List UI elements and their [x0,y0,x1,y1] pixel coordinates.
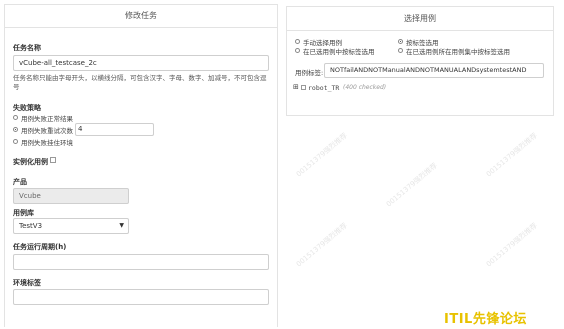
case-library-value: TestV3 [19,222,43,230]
fail-option-radio-1[interactable] [13,127,18,132]
mode-label-selected-by-tag: 在已选用例中按标签选用 [303,48,375,56]
mode-radio-selected-by-tag[interactable] [295,48,300,53]
retry-count-input[interactable]: 4 [75,123,154,136]
mode-label-suite-by-tag: 在已选用例所在用例集中按标签选用 [406,48,510,56]
run-period-label: 任务运行周期(h) [13,243,67,251]
watermark: 00151379强烈推荐 [484,131,539,179]
case-library-label: 用例库 [13,209,34,217]
watermark: 00151379强烈推荐 [294,131,349,179]
product-input: Vcube [13,188,129,204]
env-tag-input[interactable] [13,289,269,305]
task-name-label: 任务名称 [13,44,41,52]
brand-logo: ITIL先锋论坛 [444,312,527,327]
select-cases-panel: 选择用例 手动选择用例 按标签选用 在已选用例中按标签选用 在已选用例所在用例集… [286,6,554,116]
run-period-input[interactable] [13,254,269,270]
tag-input[interactable]: NOTfailANDNOTManualANDNOTMANUALANDsystem… [324,63,544,78]
watermark: 00151379强烈推荐 [484,221,539,269]
fail-strategy-label: 失败策略 [13,104,41,112]
expand-icon[interactable]: ⊞ [293,83,299,91]
mode-radio-manual[interactable] [295,39,300,44]
chevron-down-icon: ▼ [119,222,124,229]
select-cases-title: 选择用例 [287,7,553,31]
mode-radio-suite-by-tag[interactable] [398,48,403,53]
edit-task-title: 修改任务 [5,5,277,28]
case-library-select[interactable]: TestV3 ▼ [13,218,129,234]
task-name-hint: 任务名称只能由字母开头，以横线分隔，可包含汉字、字母、数字、加减号，不可包含逗号 [13,74,267,91]
watermark: 00151379强烈推荐 [294,221,349,269]
fail-option-radio-2[interactable] [13,139,18,144]
edit-task-panel: 修改任务 任务名称 vCube-all_testcase_2c 任务名称只能由字… [4,4,278,327]
fail-option-radio-0[interactable] [13,115,18,120]
mode-radio-by-tag[interactable] [398,39,403,44]
product-label: 产品 [13,178,27,186]
instantiate-checkbox[interactable] [50,157,56,163]
tree-root-label[interactable]: robot_TR [308,84,339,92]
fail-option-label-0: 用例失败正常结果 [21,115,73,123]
watermark: 00151379强烈推荐 [384,161,439,209]
tree-checked-count: (400 checked) [343,84,387,91]
task-name-input[interactable]: vCube-all_testcase_2c [13,55,269,71]
instantiate-label: 实例化用例 [13,158,48,166]
fail-option-label-1: 用例失败重试次数 [21,127,73,135]
tag-label: 用例标签: [295,69,324,77]
tree-root-checkbox[interactable] [301,85,306,90]
env-tag-label: 环境标签 [13,279,41,287]
fail-option-label-2: 用例失败挂住环境 [21,139,73,147]
